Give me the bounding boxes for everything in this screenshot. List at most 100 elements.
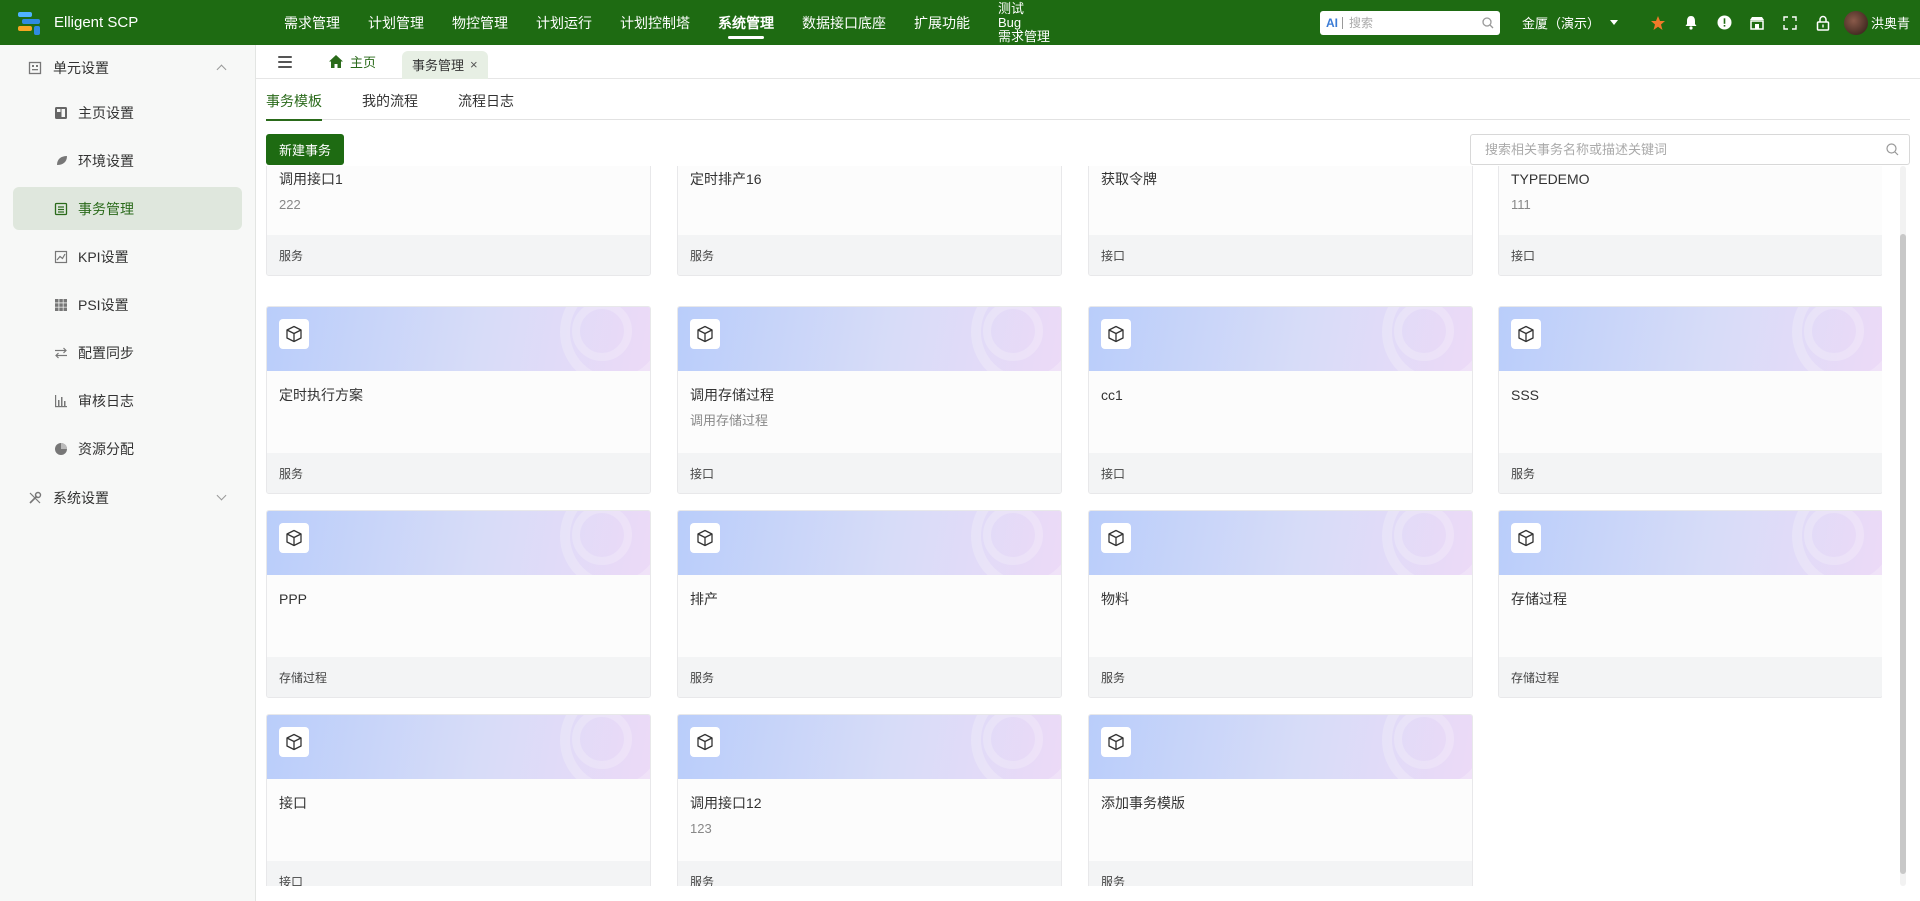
sidebar-item[interactable]: 配置同步 <box>13 331 242 374</box>
transaction-search[interactable] <box>1470 134 1910 165</box>
card-body: 排产 <box>678 575 1061 657</box>
subtab[interactable]: 我的流程 <box>362 89 418 120</box>
alert-icon[interactable] <box>1708 0 1741 45</box>
sidebar-group-unit-settings[interactable]: 单元设置 <box>0 45 255 91</box>
transaction-search-input[interactable] <box>1485 142 1886 157</box>
sidebar-item[interactable]: PSI设置 <box>13 283 242 326</box>
template-card[interactable]: 存储过程 存储过程 <box>1498 510 1882 698</box>
card-type: 存储过程 <box>267 657 650 697</box>
new-transaction-button[interactable]: 新建事务 <box>266 134 344 165</box>
search-icon[interactable] <box>1886 143 1899 156</box>
home-icon <box>329 55 343 68</box>
template-card[interactable]: 定时排产16 服务 <box>677 166 1062 276</box>
tab-transaction-management[interactable]: 事务管理 × <box>402 50 488 79</box>
card-type: 接口 <box>1089 235 1472 275</box>
topnav-item[interactable]: 物控管理 <box>438 0 522 45</box>
template-card[interactable]: 获取令牌接口 <box>1088 166 1473 276</box>
template-card[interactable]: 定时执行方案 服务 <box>266 306 651 494</box>
template-card[interactable]: PPP 存储过程 <box>266 510 651 698</box>
sidebar-item[interactable]: 事务管理 <box>13 187 242 230</box>
card-body: 获取令牌 <box>1089 166 1472 235</box>
template-card[interactable]: cc1 接口 <box>1088 306 1473 494</box>
bell-icon[interactable] <box>1675 0 1708 45</box>
card-title: 存储过程 <box>1511 591 1567 607</box>
topnav-item[interactable]: 计划管理 <box>354 0 438 45</box>
app-logo[interactable]: Elligent SCP <box>0 10 270 36</box>
sync-icon <box>53 345 69 361</box>
template-card[interactable]: 添加事务模版 服务 <box>1088 714 1473 886</box>
sidebar-item[interactable]: 环境设置 <box>13 139 242 182</box>
cube-icon <box>1511 319 1541 349</box>
card-type: 服务 <box>1089 861 1472 886</box>
template-card[interactable]: 接口 接口 <box>266 714 651 886</box>
card-type: 服务 <box>1089 657 1472 697</box>
tenant-selector[interactable]: 金厦（演示） <box>1522 13 1618 32</box>
template-card[interactable]: 调用接口1 222 服务 <box>266 166 651 276</box>
template-card[interactable]: 调用存储过程 调用存储过程 接口 <box>677 306 1062 494</box>
sidebar-item[interactable]: KPI设置 <box>13 235 242 278</box>
bar-chart-icon <box>53 393 69 409</box>
card-description: 123 <box>690 821 712 836</box>
global-search-input[interactable] <box>1348 15 1482 30</box>
card-body: cc1 <box>1089 371 1472 453</box>
cube-icon <box>1101 319 1131 349</box>
sidebar-item[interactable]: 主页设置 <box>13 91 242 134</box>
sidebar-item-label: 主页设置 <box>78 104 134 121</box>
sidebar-item[interactable]: 审核日志 <box>13 379 242 422</box>
close-icon[interactable]: × <box>470 57 478 72</box>
topnav-item[interactable]: 计划运行 <box>522 0 606 45</box>
menu-toggle-icon[interactable] <box>278 55 292 68</box>
user-menu[interactable]: 洪奥青 <box>1843 10 1910 35</box>
template-card[interactable]: 物料 服务 <box>1088 510 1473 698</box>
card-banner <box>1499 307 1882 371</box>
card-body: 接口 <box>267 779 650 861</box>
card-title: 获取令牌 <box>1101 171 1157 187</box>
card-type: 服务 <box>678 235 1061 275</box>
lock-icon[interactable] <box>1807 0 1840 45</box>
template-card[interactable]: 排产 服务 <box>677 510 1062 698</box>
card-title: 定时执行方案 <box>279 387 363 403</box>
avatar <box>1843 10 1868 35</box>
card-body: 存储过程 <box>1499 575 1882 657</box>
sidebar-item-label: 配置同步 <box>78 344 134 361</box>
template-card[interactable]: SSS 服务 <box>1498 306 1882 494</box>
cube-icon <box>690 523 720 553</box>
scrollbar[interactable] <box>1898 166 1908 886</box>
scrollbar-thumb[interactable] <box>1900 234 1906 874</box>
subtab[interactable]: 流程日志 <box>458 89 514 120</box>
topnav-item[interactable]: 需求管理 <box>270 0 354 45</box>
topnav-item[interactable]: 数据接口底座 <box>788 0 900 45</box>
card-title: 定时排产16 <box>690 171 762 187</box>
topnav-item[interactable]: 系统管理 <box>704 0 788 45</box>
leaf-icon <box>53 153 69 169</box>
ai-search-icon[interactable]: AI <box>1326 16 1338 30</box>
template-card[interactable]: 调用接口12 123 服务 <box>677 714 1062 886</box>
tab-home[interactable]: 主页 <box>328 52 390 71</box>
topnav-item[interactable]: 计划控制塔 <box>606 0 704 45</box>
cube-icon <box>279 319 309 349</box>
topnav-item[interactable]: 扩展功能 <box>900 0 984 45</box>
store-icon[interactable] <box>1741 0 1774 45</box>
cube-icon <box>1101 727 1131 757</box>
card-banner <box>1089 511 1472 575</box>
card-body: SSS <box>1499 371 1882 453</box>
card-type: 接口 <box>678 453 1061 493</box>
sidebar-group-system-settings[interactable]: 系统设置 <box>0 475 255 521</box>
tabs-bar: 主页 事务管理 × <box>256 45 1920 79</box>
subtab[interactable]: 事务模板 <box>266 89 322 121</box>
template-card[interactable]: TYPEDEMO 111 接口 <box>1498 166 1882 276</box>
card-title: 接口 <box>279 795 307 811</box>
card-body: 定时执行方案 <box>267 371 650 453</box>
fullscreen-icon[interactable] <box>1774 0 1807 45</box>
search-icon[interactable] <box>1482 16 1494 29</box>
card-title: SSS <box>1511 387 1540 403</box>
tab-label: 事务管理 <box>412 58 465 73</box>
card-banner <box>678 511 1061 575</box>
topnav-item-test-bug[interactable]: 测试 Bug 需求管理 <box>984 0 1064 45</box>
global-search[interactable]: AI <box>1319 10 1500 35</box>
sidebar-item[interactable]: 资源分配 <box>13 427 242 470</box>
card-description: 调用存储过程 <box>690 413 769 428</box>
app-title: Elligent SCP <box>54 14 139 31</box>
sidebar-item-label: 事务管理 <box>78 200 134 217</box>
star-icon[interactable] <box>1642 0 1675 45</box>
